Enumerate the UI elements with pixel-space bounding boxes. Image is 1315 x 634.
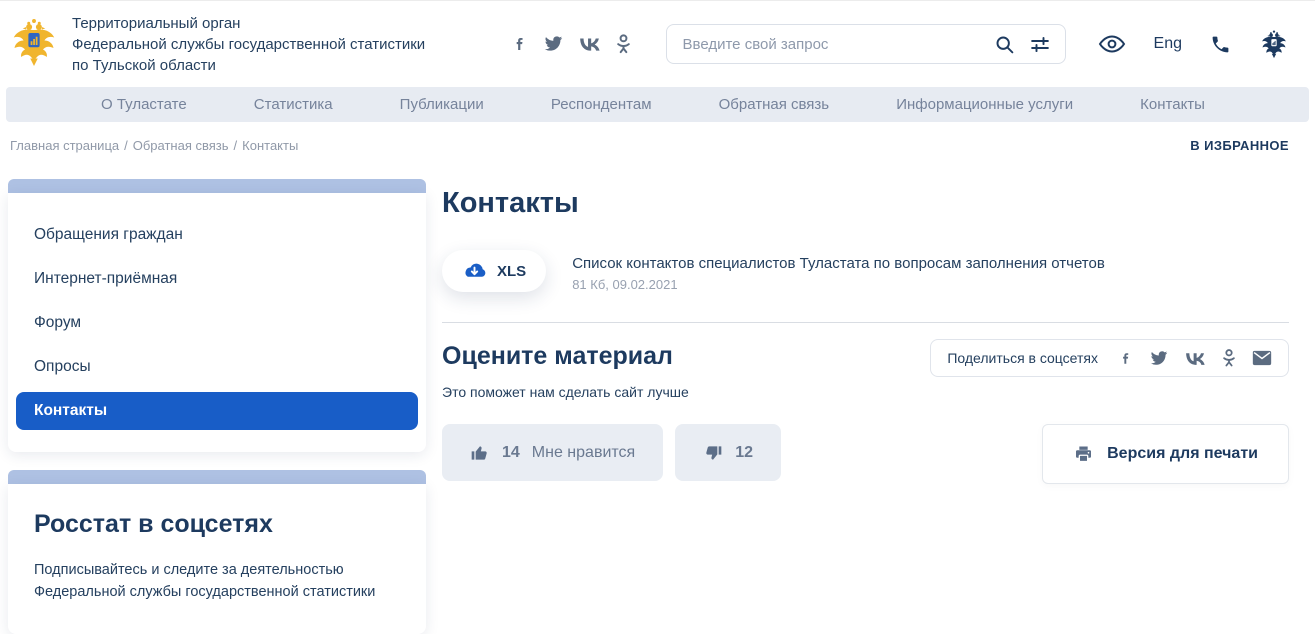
- language-switch[interactable]: Eng: [1154, 35, 1182, 53]
- sidebar-item-contacts-active[interactable]: Контакты: [16, 392, 418, 430]
- like-count: 14: [502, 443, 520, 461]
- thumbs-up-icon: [470, 443, 490, 463]
- eye-icon: [1098, 35, 1125, 53]
- rate-header-row: Оцените материал Поделиться в соцсетях: [442, 339, 1289, 377]
- like-label: Мне нравится: [531, 443, 636, 461]
- file-meta: 81 Кб, 09.02.2021: [572, 277, 678, 292]
- like-button[interactable]: 14 Мне нравится: [442, 424, 664, 481]
- accessibility-version-button[interactable]: [1098, 34, 1126, 54]
- search-box: [665, 24, 1066, 64]
- breadcrumb-separator: /: [124, 138, 128, 153]
- social-block-text: Федеральной службы государственной стати…: [34, 584, 376, 601]
- section-divider: [442, 322, 1289, 323]
- print-label: Версия для печати: [1107, 445, 1258, 462]
- sidebar-item-internet-reception[interactable]: Интернет-приёмная: [8, 257, 426, 301]
- org-title-line: Территориальный орган: [72, 14, 241, 32]
- social-block-text: Подписывайтесь и следите за деятельность…: [34, 562, 344, 578]
- sidebar-card-strip: [8, 470, 426, 484]
- odnoklassniki-icon[interactable]: [616, 34, 630, 54]
- share-email-icon[interactable]: [1252, 350, 1272, 366]
- search-icon: [996, 36, 1013, 53]
- header-social-links: [512, 34, 630, 54]
- rate-actions-row: 14 Мне нравится 12 Версия для печати: [442, 424, 1289, 484]
- nav-item-respondents[interactable]: Респондентам: [551, 96, 652, 113]
- facebook-icon[interactable]: [512, 36, 528, 52]
- social-block-title: Росстат в соцсетях: [34, 510, 273, 538]
- phone-contacts-button[interactable]: [1210, 34, 1231, 55]
- thumbs-down-icon: [703, 443, 723, 463]
- org-title-line: Федеральной службы государственной стати…: [72, 35, 426, 53]
- nav-item-publications[interactable]: Публикации: [400, 96, 484, 113]
- sliders-icon: [1030, 36, 1049, 52]
- main-navigation: О Туластате Статистика Публикации Респон…: [6, 87, 1309, 122]
- nav-item-services[interactable]: Информационные услуги: [896, 96, 1073, 113]
- nav-item-contacts[interactable]: Контакты: [1140, 96, 1205, 113]
- file-title-link[interactable]: Список контактов специалистов Туластата …: [572, 255, 1105, 272]
- breadcrumb-separator: /: [233, 138, 238, 153]
- rate-section-title: Оцените материал: [442, 342, 673, 370]
- file-download-row: XLS Список контактов специалистов Туласт…: [442, 250, 1289, 292]
- rosstat-emblem-logo[interactable]: [10, 12, 58, 77]
- state-emblem-button[interactable]: [1259, 29, 1289, 59]
- vk-icon[interactable]: [579, 37, 601, 51]
- org-title-line: по Тульской области: [72, 56, 216, 74]
- breadcrumb-feedback[interactable]: Обратная связь: [133, 138, 229, 153]
- sidebar-item-citizen-appeals[interactable]: Обращения граждан: [8, 213, 426, 257]
- cloud-download-icon: [465, 263, 486, 277]
- phone-icon: [1212, 36, 1229, 52]
- share-vk-icon[interactable]: [1185, 352, 1206, 365]
- share-odnoklassniki-icon[interactable]: [1223, 349, 1235, 367]
- double-eagle-icon: [13, 18, 55, 66]
- breadcrumb-home[interactable]: Главная страница: [10, 138, 119, 153]
- file-type-badge: XLS: [497, 262, 527, 280]
- nav-item-feedback[interactable]: Обратная связь: [719, 96, 830, 113]
- breadcrumb: Главная страница / Обратная связь / Конт…: [10, 138, 298, 153]
- sidebar-item-surveys[interactable]: Опросы: [8, 345, 426, 389]
- page-title: Контакты: [442, 187, 579, 219]
- site-header: Территориальный орган Федеральной службы…: [0, 1, 1315, 87]
- nav-item-about[interactable]: О Туластате: [101, 96, 187, 113]
- envelope-icon: [1252, 350, 1272, 366]
- breadcrumb-contacts[interactable]: Контакты: [242, 138, 298, 153]
- sidebar: Обращения граждан Интернет-приёмная Фору…: [8, 179, 426, 634]
- xls-download-button[interactable]: XLS: [442, 250, 547, 292]
- org-title: Территориальный орган Федеральной службы…: [72, 13, 425, 76]
- rate-subtitle: Это поможет нам сделать сайт лучше: [442, 384, 689, 400]
- twitter-icon[interactable]: [544, 36, 563, 52]
- dislike-count: 12: [735, 443, 753, 461]
- share-label: Поделиться в соцсетях: [947, 350, 1098, 366]
- sidebar-item-forum[interactable]: Форум: [8, 301, 426, 345]
- eagle-emblem-icon: [1262, 30, 1286, 59]
- share-box: Поделиться в соцсетях: [930, 339, 1289, 377]
- print-version-button[interactable]: Версия для печати: [1042, 424, 1289, 484]
- sidebar-card-strip: [8, 179, 426, 193]
- share-twitter-icon[interactable]: [1150, 350, 1168, 366]
- search-submit-button[interactable]: [994, 34, 1015, 55]
- breadcrumb-row: Главная страница / Обратная связь / Конт…: [0, 122, 1315, 161]
- share-facebook-icon[interactable]: [1119, 351, 1133, 366]
- nav-item-statistics[interactable]: Статистика: [254, 96, 333, 113]
- file-info: Список контактов специалистов Туластата …: [572, 255, 1105, 292]
- search-input[interactable]: [680, 34, 980, 54]
- printer-icon: [1073, 444, 1094, 464]
- sidebar-menu-card: Обращения граждан Интернет-приёмная Фору…: [8, 193, 426, 452]
- add-to-favorites-button[interactable]: В ИЗБРАННОЕ: [1190, 138, 1289, 153]
- dislike-button[interactable]: 12: [675, 424, 781, 481]
- search-filters-button[interactable]: [1029, 34, 1051, 55]
- content-area: Обращения граждан Интернет-приёмная Фору…: [0, 161, 1315, 634]
- sidebar-social-card: Росстат в соцсетях Подписывайтесь и след…: [8, 484, 426, 634]
- main-content: Контакты XLS Список контактов специалист…: [442, 179, 1289, 484]
- header-utilities: Eng: [1098, 29, 1289, 59]
